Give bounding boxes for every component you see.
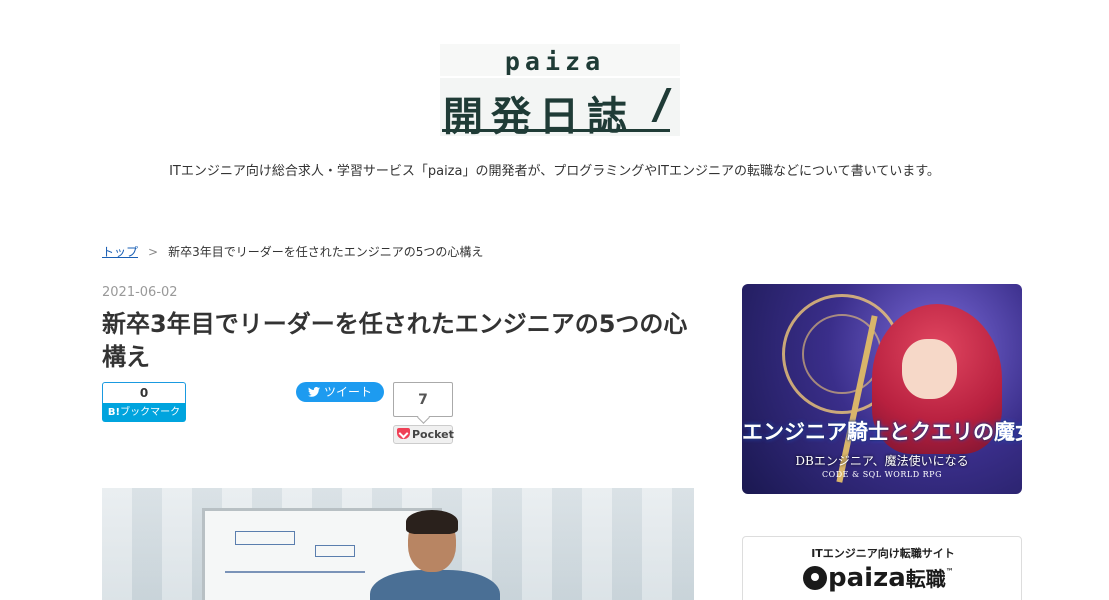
- hatena-bookmark-button[interactable]: 0 B!ブックマーク: [102, 382, 186, 422]
- logo-kanji-text: 開発日誌: [443, 94, 635, 140]
- breadcrumb: トップ > 新卒3年目でリーダーを任されたエンジニアの5つの心構え: [102, 243, 483, 260]
- hatena-b-icon: B!: [107, 407, 121, 418]
- banner-title: エンジニア騎士とクエリの魔女: [742, 419, 1022, 444]
- banner-character-face: [902, 339, 957, 399]
- article-title: 新卒3年目でリーダーを任されたエンジニアの5つの心構え: [102, 310, 688, 371]
- pocket-button[interactable]: Pocket: [393, 425, 454, 444]
- hero-whiteboard-box: [315, 545, 355, 557]
- tweet-label: ツイート: [324, 385, 373, 399]
- paiza-logo-icon: [803, 566, 827, 590]
- site-tagline: ITエンジニア向け総合求人・学習サービス「paiza」の開発者が、プログラミング…: [169, 164, 940, 179]
- banner-subtitle-english: CODE & SQL WORLD RPG: [822, 470, 942, 479]
- site-logo[interactable]: paiza 開発日誌: [440, 44, 680, 140]
- sidebar-game-banner[interactable]: エンジニア騎士とクエリの魔女 DBエンジニア、魔法使いになる CODE & SQ…: [742, 284, 1022, 494]
- hatena-bookmark-count[interactable]: 0: [102, 382, 186, 403]
- hatena-bookmark-label[interactable]: B!ブックマーク: [102, 403, 186, 422]
- paiza-banner-label: ITエンジニア向け転職サイト: [811, 547, 955, 560]
- banner-subtitle: DBエンジニア、魔法使いになる: [795, 454, 969, 468]
- breadcrumb-current: 新卒3年目でリーダーを任されたエンジニアの5つの心構え: [168, 245, 484, 259]
- breadcrumb-separator: >: [148, 245, 159, 259]
- logo-paiza-text: paiza: [504, 47, 606, 76]
- paiza-tenshoku-banner[interactable]: ITエンジニア向け転職サイト paiza転職™: [742, 536, 1022, 600]
- logo-underline: [442, 129, 670, 132]
- pocket-label: Pocket: [412, 428, 454, 441]
- hero-whiteboard-line: [225, 571, 365, 573]
- twitter-bird-icon: [308, 387, 320, 397]
- article-date: 2021-06-02: [102, 285, 178, 300]
- hatena-label-text: ブックマーク: [120, 407, 181, 418]
- hero-person-body: [370, 570, 500, 600]
- article-hero-image: [102, 488, 694, 600]
- trademark-mark: ™: [945, 567, 954, 576]
- pocket-count: 7: [393, 382, 453, 417]
- tweet-button[interactable]: ツイート: [296, 382, 384, 402]
- paiza-brand-text: paiza: [828, 563, 906, 593]
- pocket-icon: [397, 428, 410, 439]
- paiza-tenshoku-text: 転職: [905, 567, 946, 591]
- hero-whiteboard-box: [235, 531, 295, 545]
- hero-person-hair: [406, 510, 458, 534]
- paiza-tenshoku-logo: paiza転職™: [803, 563, 954, 593]
- breadcrumb-home-link[interactable]: トップ: [102, 245, 138, 259]
